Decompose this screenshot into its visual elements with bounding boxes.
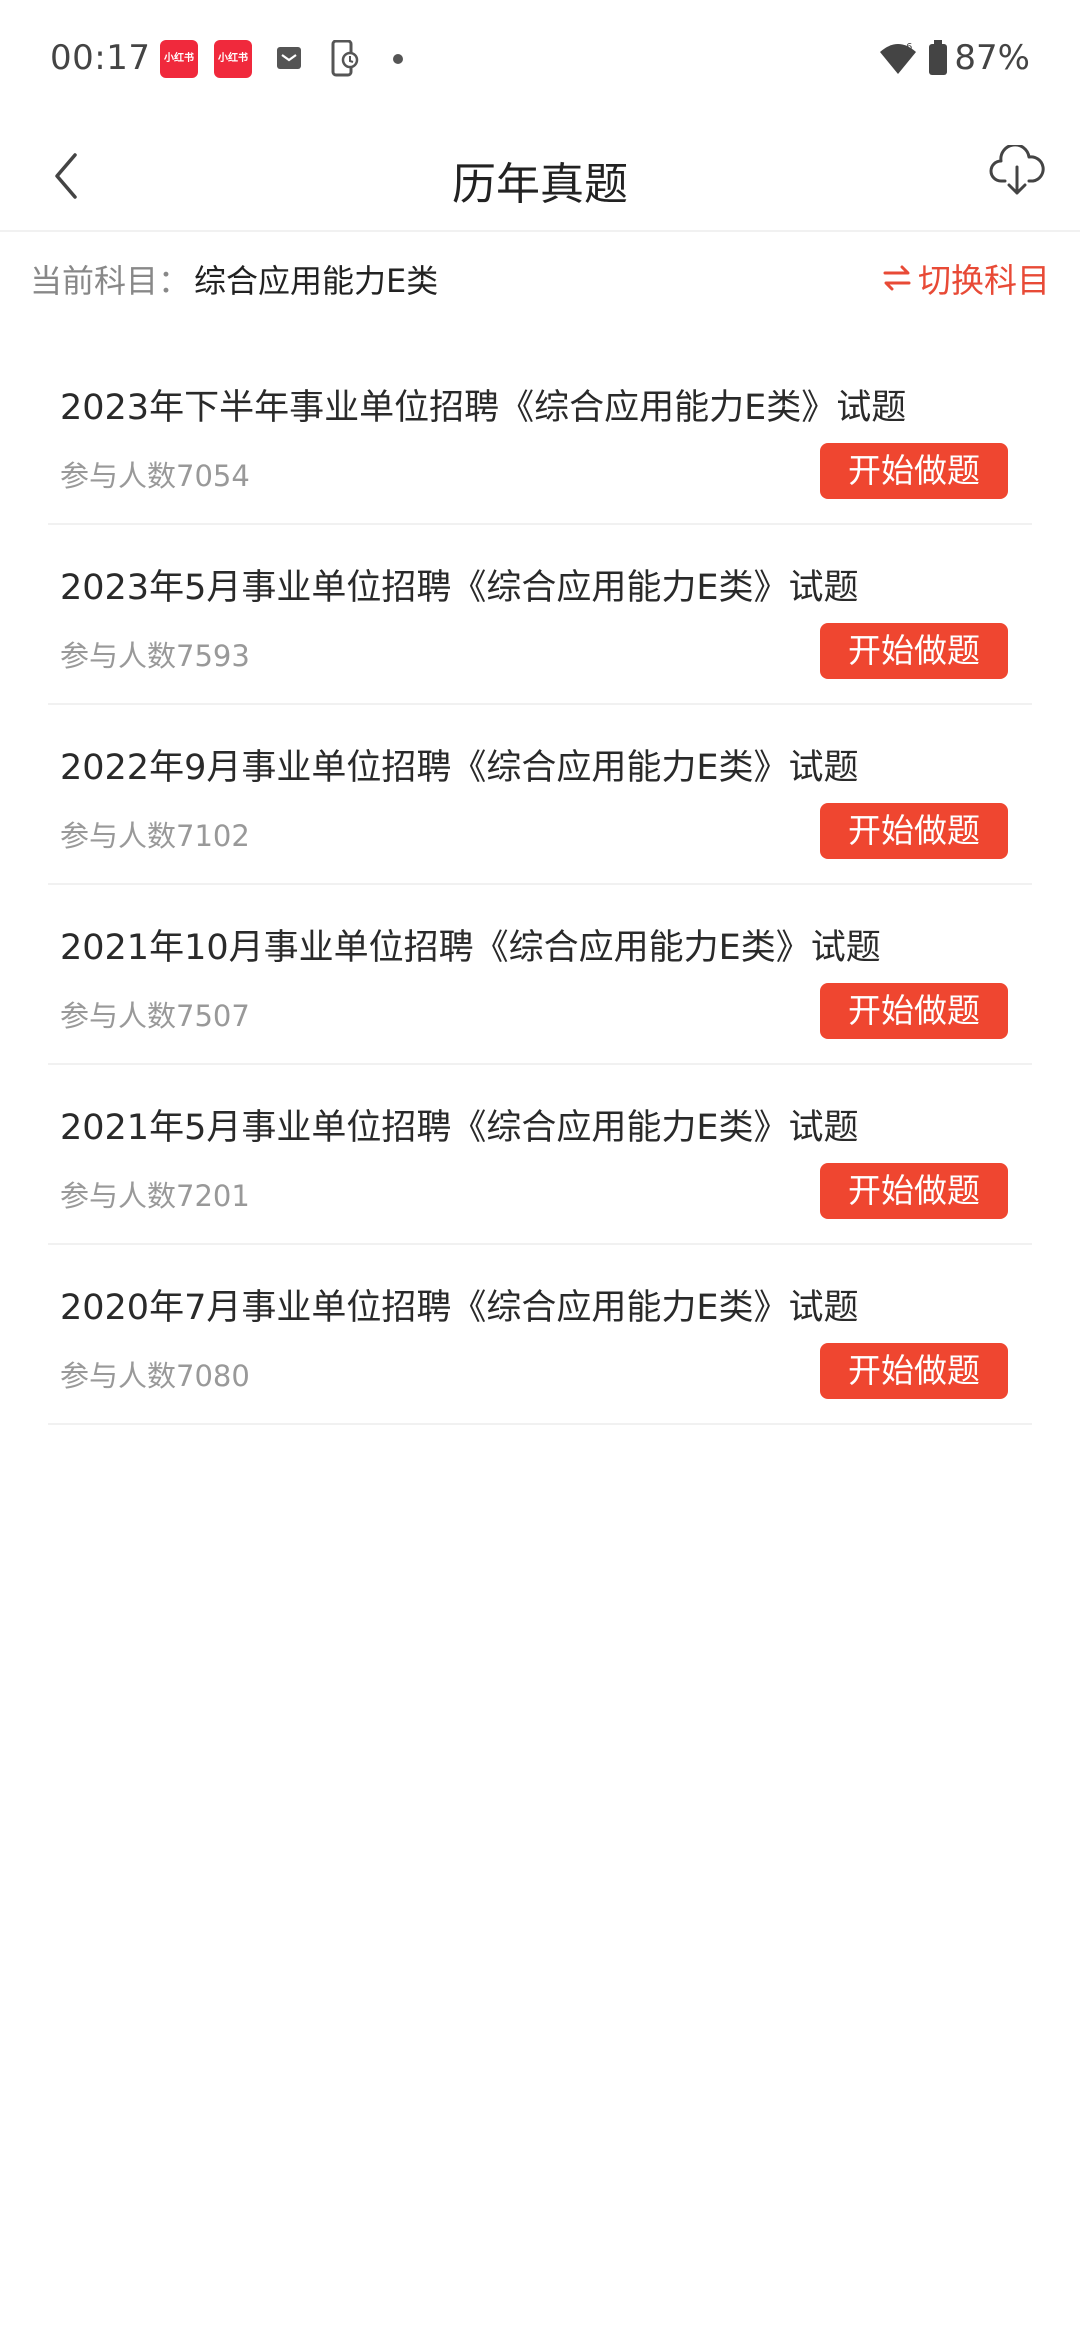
exam-item[interactable]: 2023年下半年事业单位招聘《综合应用能力E类》试题 参与人数7054 开始做题 (48, 345, 1032, 525)
exam-item[interactable]: 2023年5月事业单位招聘《综合应用能力E类》试题 参与人数7593 开始做题 (48, 525, 1032, 705)
exam-title: 2021年10月事业单位招聘《综合应用能力E类》试题 (60, 928, 881, 968)
svg-text:6: 6 (906, 42, 912, 53)
exam-title: 2023年下半年事业单位招聘《综合应用能力E类》试题 (60, 388, 907, 428)
exam-item[interactable]: 2020年7月事业单位招聘《综合应用能力E类》试题 参与人数7080 开始做题 (48, 1245, 1032, 1425)
exam-list: 2023年下半年事业单位招聘《综合应用能力E类》试题 参与人数7054 开始做题… (0, 345, 1080, 1425)
participant-count: 参与人数7102 (60, 819, 250, 853)
wifi-icon: 6 (880, 42, 917, 74)
subject-row: 当前科目： 综合应用能力E类 切换科目 (0, 232, 1080, 322)
participant-count: 参与人数7507 (60, 999, 250, 1033)
start-exam-button[interactable]: 开始做题 (820, 983, 1008, 1039)
exam-item[interactable]: 2022年9月事业单位招聘《综合应用能力E类》试题 参与人数7102 开始做题 (48, 705, 1032, 885)
battery-percentage: 87% (954, 38, 1030, 78)
exam-title: 2021年5月事业单位招聘《综合应用能力E类》试题 (60, 1108, 859, 1148)
header: 历年真题 (0, 120, 1080, 232)
status-time: 00:17 (50, 38, 151, 78)
participant-count: 参与人数7593 (60, 639, 250, 673)
exam-item[interactable]: 2021年10月事业单位招聘《综合应用能力E类》试题 参与人数7507 开始做题 (48, 885, 1032, 1065)
xiaohongshu-icon: 小红书 (214, 40, 252, 78)
start-exam-button[interactable]: 开始做题 (820, 1163, 1008, 1219)
xiaohongshu-icon: 小红书 (160, 40, 198, 78)
exam-title: 2020年7月事业单位招聘《综合应用能力E类》试题 (60, 1288, 859, 1328)
subject-label: 当前科目： (30, 262, 191, 300)
page-title: 历年真题 (452, 159, 628, 210)
start-exam-button[interactable]: 开始做题 (820, 623, 1008, 679)
start-exam-button[interactable]: 开始做题 (820, 443, 1008, 499)
exam-title: 2023年5月事业单位招聘《综合应用能力E类》试题 (60, 568, 859, 608)
participant-count: 参与人数7201 (60, 1179, 250, 1213)
status-right: 6 87% (878, 38, 1030, 78)
exam-title: 2022年9月事业单位招聘《综合应用能力E类》试题 (60, 748, 859, 788)
start-exam-button[interactable]: 开始做题 (820, 1343, 1008, 1399)
swap-icon (883, 265, 911, 291)
switch-subject-label: 切换科目 (918, 261, 1050, 300)
exam-item[interactable]: 2021年5月事业单位招聘《综合应用能力E类》试题 参与人数7201 开始做题 (48, 1065, 1032, 1245)
download-button[interactable] (986, 140, 1048, 202)
participant-count: 参与人数7054 (60, 459, 250, 493)
switch-subject-button[interactable]: 切换科目 (882, 254, 1050, 302)
participant-count: 参与人数7080 (60, 1359, 250, 1393)
start-exam-button[interactable]: 开始做题 (820, 803, 1008, 859)
phone-sync-icon (331, 40, 359, 77)
subject-value: 综合应用能力E类 (194, 262, 439, 300)
status-bar: 00:17 小红书 小红书 6 87% (0, 0, 1080, 120)
battery-icon (929, 40, 948, 75)
dot-icon (393, 54, 403, 64)
cloud-download-icon (989, 145, 1045, 195)
mail-icon (277, 47, 301, 69)
